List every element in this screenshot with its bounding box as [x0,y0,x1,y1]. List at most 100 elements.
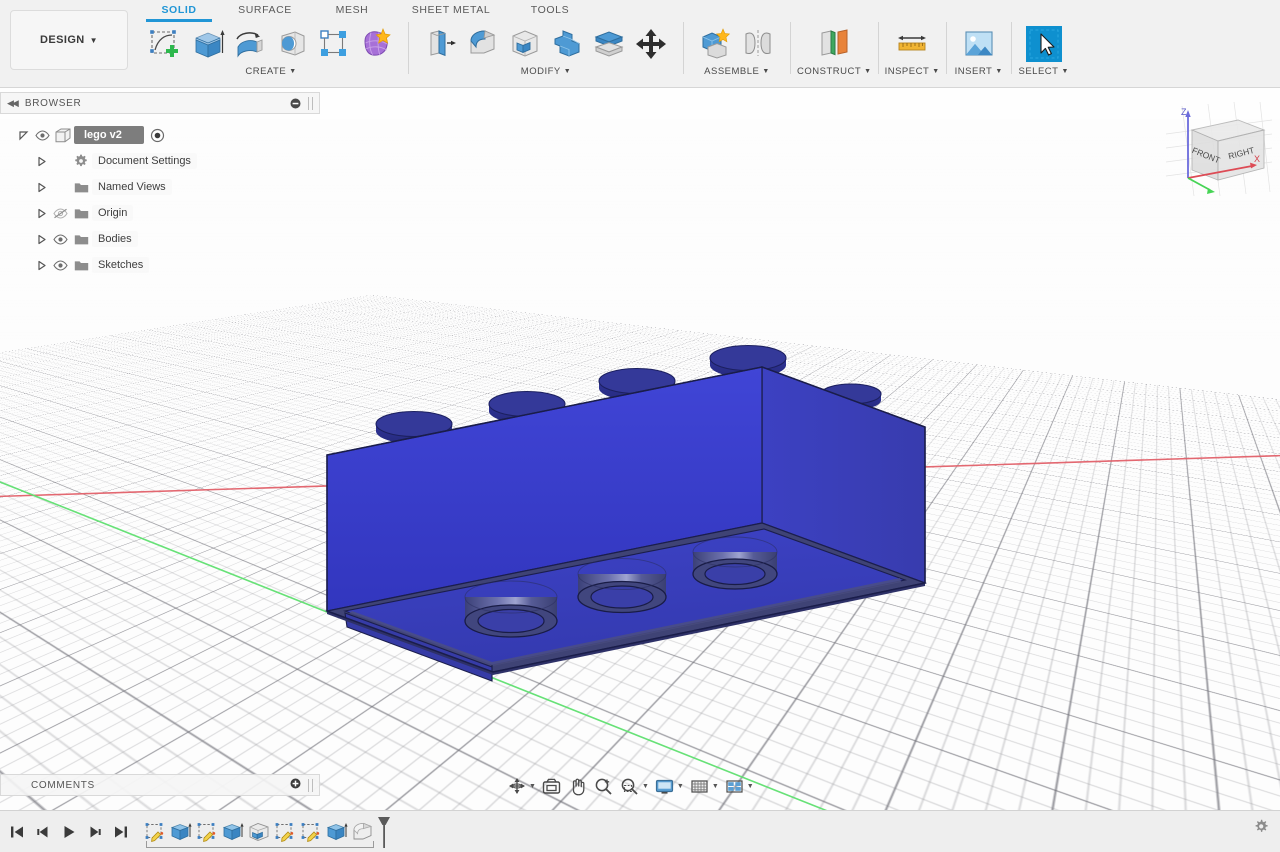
timeline-playhead[interactable] [376,815,392,849]
move-copy-button[interactable] [631,23,671,65]
fillet-icon [466,27,500,61]
new-component-button[interactable] [696,23,736,65]
display-settings-button[interactable]: ▼ [652,774,686,799]
hole-icon [275,27,309,61]
chevron-down-icon: ▼ [746,782,754,790]
view-cube[interactable]: FRONT RIGHT Z X [1164,100,1274,200]
zoom-button[interactable] [591,774,616,799]
browser-item-sketches[interactable]: Sketches [0,252,320,278]
press-pull-button[interactable] [421,23,461,65]
tab-surface[interactable]: SURFACE [218,1,312,20]
joint-button[interactable] [738,23,778,65]
eye-visible-icon[interactable] [50,259,70,271]
viewports-button[interactable]: ▼ [722,774,756,799]
ribbon-group-label-assemble[interactable]: ASSEMBLE ▼ [704,66,770,77]
offset-plane-button[interactable] [814,23,854,65]
ribbon-separator [945,22,947,74]
step-back-button[interactable] [30,817,56,847]
minus-circle-icon[interactable] [290,98,301,109]
zoom-window-button[interactable]: ▼ [617,774,651,799]
orbit-button[interactable]: ▼ [505,774,538,798]
timeline-sketch-icon [274,821,296,843]
select-cursor-button[interactable] [1024,23,1064,65]
chevron-down-icon: ▼ [641,782,649,790]
fillet-button[interactable] [463,23,503,65]
timeline-connector [146,840,374,848]
timeline-sketch-icon [144,821,166,843]
browser-item-label: Bodies [92,231,138,247]
comments-resize-grip[interactable] [308,778,313,792]
timeline-settings-button[interactable] [1253,818,1270,840]
create-sketch-button[interactable] [146,23,186,65]
browser-resize-grip[interactable] [308,96,313,110]
tab-mesh[interactable]: MESH [312,1,392,20]
tab-solid[interactable]: SOLID [140,1,218,22]
tab-tools[interactable]: TOOLS [510,1,590,20]
combine-icon [550,27,584,61]
timeline-extrude-icon [326,821,348,843]
insert-image-button[interactable] [959,23,999,65]
browser-item-label: Document Settings [92,153,197,169]
skip-end-icon [113,824,129,840]
group-label-text: ASSEMBLE [704,66,760,77]
browser-item-origin[interactable]: Origin [0,200,320,226]
joint-icon [741,27,775,61]
play-button[interactable] [56,817,82,847]
ribbon-separator [790,22,791,74]
double-left-chevron-icon[interactable]: ◀◀ [7,98,19,109]
chevron-down-icon: ▼ [289,68,297,75]
ribbon-group-label-insert[interactable]: INSERT ▼ [955,66,1003,77]
chevron-down-icon: ▼ [711,782,719,790]
measure-icon [895,27,929,61]
browser-panel: ◀◀ BROWSER lego v2 Document Settings Named… [0,92,320,278]
split-face-button[interactable] [589,23,629,65]
viewcube-x-label: X [1254,154,1260,164]
ribbon-group-label-create[interactable]: CREATE ▼ [245,66,296,77]
timeline-sketch-icon [196,821,218,843]
ribbon-separator [1010,22,1012,74]
ribbon-group-label-inspect[interactable]: INSPECT ▼ [885,66,940,77]
triangle-collapsed-icon[interactable] [32,156,50,167]
browser-item-document-settings[interactable]: Document Settings [0,148,320,174]
browser-item-named-views[interactable]: Named Views [0,174,320,200]
extrude-button[interactable] [188,23,228,65]
pan-button[interactable] [565,774,590,799]
eye-visible-icon[interactable] [32,129,52,141]
step-forward-button[interactable] [82,817,108,847]
go-to-beginning-button[interactable] [4,817,30,847]
move-copy-icon [634,27,668,61]
grid-snaps-button[interactable]: ▼ [687,774,721,799]
triangle-collapsed-icon[interactable] [32,234,50,245]
eye-hidden-icon[interactable] [50,207,70,219]
create-sketch-icon [149,27,183,61]
revolve-button[interactable] [230,23,270,65]
workspace-switcher[interactable]: DESIGN ▼ [10,10,128,70]
ribbon-group-label-modify[interactable]: MODIFY ▼ [521,66,571,77]
plus-circle-icon[interactable] [290,778,301,792]
look-at-button[interactable] [539,774,564,799]
pattern-button[interactable] [314,23,354,65]
ribbon-group-label-construct[interactable]: CONSTRUCT ▼ [797,66,872,77]
tab-sheet-metal[interactable]: SHEET METAL [392,1,510,20]
measure-button[interactable] [892,23,932,65]
combine-button[interactable] [547,23,587,65]
hole-button[interactable] [272,23,312,65]
go-to-end-button[interactable] [108,817,134,847]
triangle-collapsed-icon[interactable] [32,182,50,193]
triangle-collapsed-icon[interactable] [32,208,50,219]
ribbon-separator [683,22,684,74]
activate-component-radio[interactable] [150,128,165,143]
create-form-button[interactable] [356,23,396,65]
orbit-icon [509,778,525,794]
zoom-magnifier-icon [595,778,612,795]
eye-visible-icon[interactable] [50,233,70,245]
shell-button[interactable] [505,23,545,65]
ribbon-group-label-select[interactable]: SELECT ▼ [1019,66,1069,77]
create-form-icon [359,27,393,61]
triangle-collapsed-icon[interactable] [32,260,50,271]
triangle-expanded-icon[interactable] [14,130,32,141]
browser-item-bodies[interactable]: Bodies [0,226,320,252]
browser-tree: lego v2 Document Settings Named Views Origi… [0,114,320,278]
browser-item-lego-v2[interactable]: lego v2 [0,122,320,148]
timeline-playback-controls [4,817,134,847]
